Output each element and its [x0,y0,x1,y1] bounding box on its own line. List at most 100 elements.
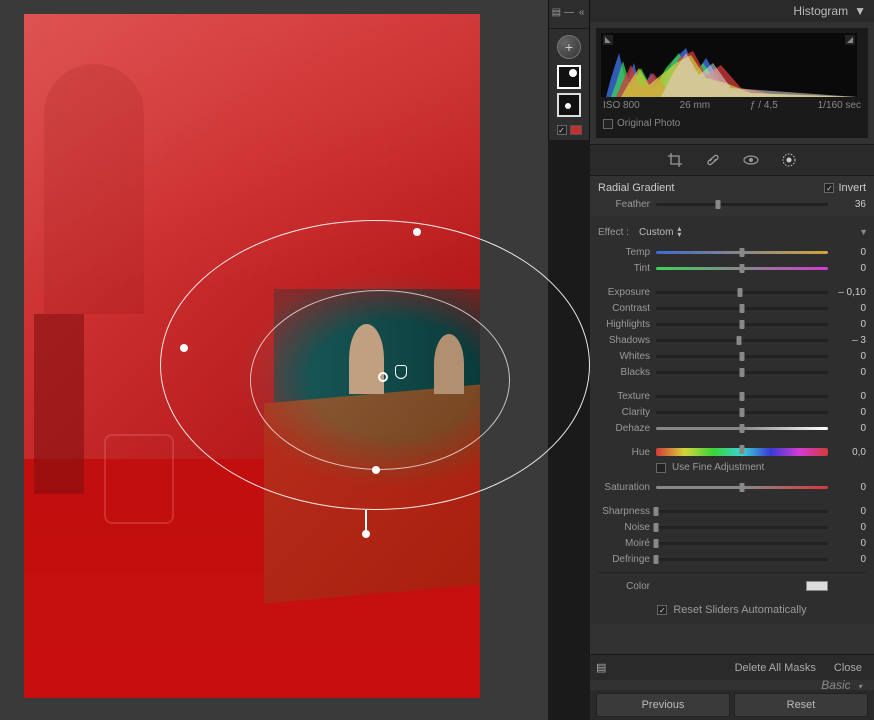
add-mask-button[interactable]: + [557,35,581,59]
feather-slider[interactable] [656,203,828,206]
color-label: Color [598,581,650,592]
panel-collapse-icon[interactable]: — [564,7,575,19]
saturation-slider[interactable] [656,486,828,489]
ellipse-rotation-line [365,510,367,532]
ellipse-handle-top[interactable] [413,228,421,236]
noise-slider[interactable] [656,526,828,529]
reset-auto-label: Reset Sliders Automatically [673,604,806,616]
contrast-slider[interactable] [656,307,828,310]
disclosure-triangle-icon[interactable]: ▼ [854,4,866,18]
mask-shape-icon [565,103,571,109]
mask-overlay-color-icon[interactable] [570,125,582,135]
histogram-canvas[interactable]: ◣ ◢ [601,33,857,97]
ellipse-handle-bottom[interactable] [372,466,380,474]
defringe-value[interactable]: 0 [834,554,866,565]
clarity-slider[interactable] [656,411,828,414]
feather-label: Feather [598,199,650,210]
defringe-slider[interactable] [656,558,828,561]
histogram-aperture: ƒ / 4,5 [750,100,778,111]
previous-button[interactable]: Previous [596,693,730,717]
effect-disclosure-icon[interactable]: ▼ [859,227,868,237]
saturation-value[interactable]: 0 [834,482,866,493]
blacks-value[interactable]: 0 [834,367,866,378]
temp-slider[interactable] [656,251,828,254]
exposure-label: Exposure [598,287,650,298]
sharpness-value[interactable]: 0 [834,506,866,517]
dehaze-slider[interactable] [656,427,828,430]
close-link[interactable]: Close [834,662,862,674]
highlights-slider[interactable] [656,323,828,326]
sharpness-slider[interactable] [656,510,828,513]
shadows-slider[interactable] [656,339,828,342]
redeye-icon[interactable] [743,152,759,168]
moire-slider[interactable] [656,542,828,545]
ellipse-handle-left[interactable] [180,344,188,352]
hue-slider[interactable] [656,448,828,456]
exposure-value[interactable]: – 0,10 [834,287,866,298]
original-photo-label: Original Photo [617,118,680,129]
contrast-label: Contrast [598,303,650,314]
panel-toggle-icon[interactable]: ▤ [551,7,562,19]
histogram-shutter: 1/160 sec [818,100,861,111]
masking-icon[interactable] [781,152,797,168]
effect-dropdown[interactable]: Custom ▴▾ [639,226,681,238]
shadows-value[interactable]: – 3 [834,335,866,346]
mask-shape-icon [569,69,577,77]
mask-thumbnail-2[interactable] [557,93,581,117]
hue-value[interactable]: 0,0 [834,447,866,458]
exposure-slider[interactable] [656,291,828,294]
panel-expand-icon[interactable]: « [576,7,587,19]
mask-thumbnail-1[interactable] [557,65,581,89]
effect-selected: Custom [639,227,673,238]
toggle-panel-icon[interactable]: ▤ [596,661,606,674]
texture-label: Texture [598,391,650,402]
highlights-value[interactable]: 0 [834,319,866,330]
mask-type-label: Radial Gradient [598,182,674,194]
mask-visibility-icon[interactable] [395,365,407,379]
moire-value[interactable]: 0 [834,538,866,549]
delete-all-masks-link[interactable]: Delete All Masks [735,662,816,674]
original-photo-checkbox[interactable] [603,119,613,129]
sharpness-label: Sharpness [598,506,650,517]
histogram-metadata: ISO 800 26 mm ƒ / 4,5 1/160 sec [601,97,863,114]
tint-slider[interactable] [656,267,828,270]
clarity-label: Clarity [598,407,650,418]
mask-strip: ▤ — « + [548,0,590,140]
texture-value[interactable]: 0 [834,391,866,402]
highlights-label: Highlights [598,319,650,330]
whites-value[interactable]: 0 [834,351,866,362]
feather-value[interactable]: 36 [834,199,866,210]
tint-label: Tint [598,263,650,274]
histogram-focal: 26 mm [680,100,711,111]
crop-icon[interactable] [667,152,683,168]
contrast-value[interactable]: 0 [834,303,866,314]
blacks-label: Blacks [598,367,650,378]
color-swatch[interactable] [806,581,828,591]
reset-button[interactable]: Reset [734,693,868,717]
ellipse-rotation-handle[interactable] [362,530,370,538]
dehaze-value[interactable]: 0 [834,423,866,434]
mask-overlay-checkbox[interactable] [557,125,567,135]
canvas-area [0,0,548,720]
fine-adjustment-checkbox[interactable] [656,463,666,473]
reset-auto-checkbox[interactable] [657,605,667,615]
heal-icon[interactable] [705,152,721,168]
histogram-header[interactable]: Histogram ▼ [590,0,874,22]
invert-label: Invert [838,182,866,194]
mask-footer: ▤ Delete All Masks Close [590,654,874,680]
invert-checkbox[interactable] [824,183,834,193]
noise-value[interactable]: 0 [834,522,866,533]
blacks-slider[interactable] [656,371,828,374]
histogram-box: ◣ ◢ ISO 800 26 mm ƒ / 4,5 1/160 sec Orig… [596,28,868,138]
defringe-label: Defringe [598,554,650,565]
fine-adjustment-label: Use Fine Adjustment [672,462,764,473]
temp-value[interactable]: 0 [834,247,866,258]
saturation-label: Saturation [598,482,650,493]
plus-icon: + [565,39,573,55]
histogram-iso: ISO 800 [603,100,640,111]
texture-slider[interactable] [656,395,828,398]
ellipse-center-pin[interactable] [378,372,388,382]
tint-value[interactable]: 0 [834,263,866,274]
whites-slider[interactable] [656,355,828,358]
clarity-value[interactable]: 0 [834,407,866,418]
